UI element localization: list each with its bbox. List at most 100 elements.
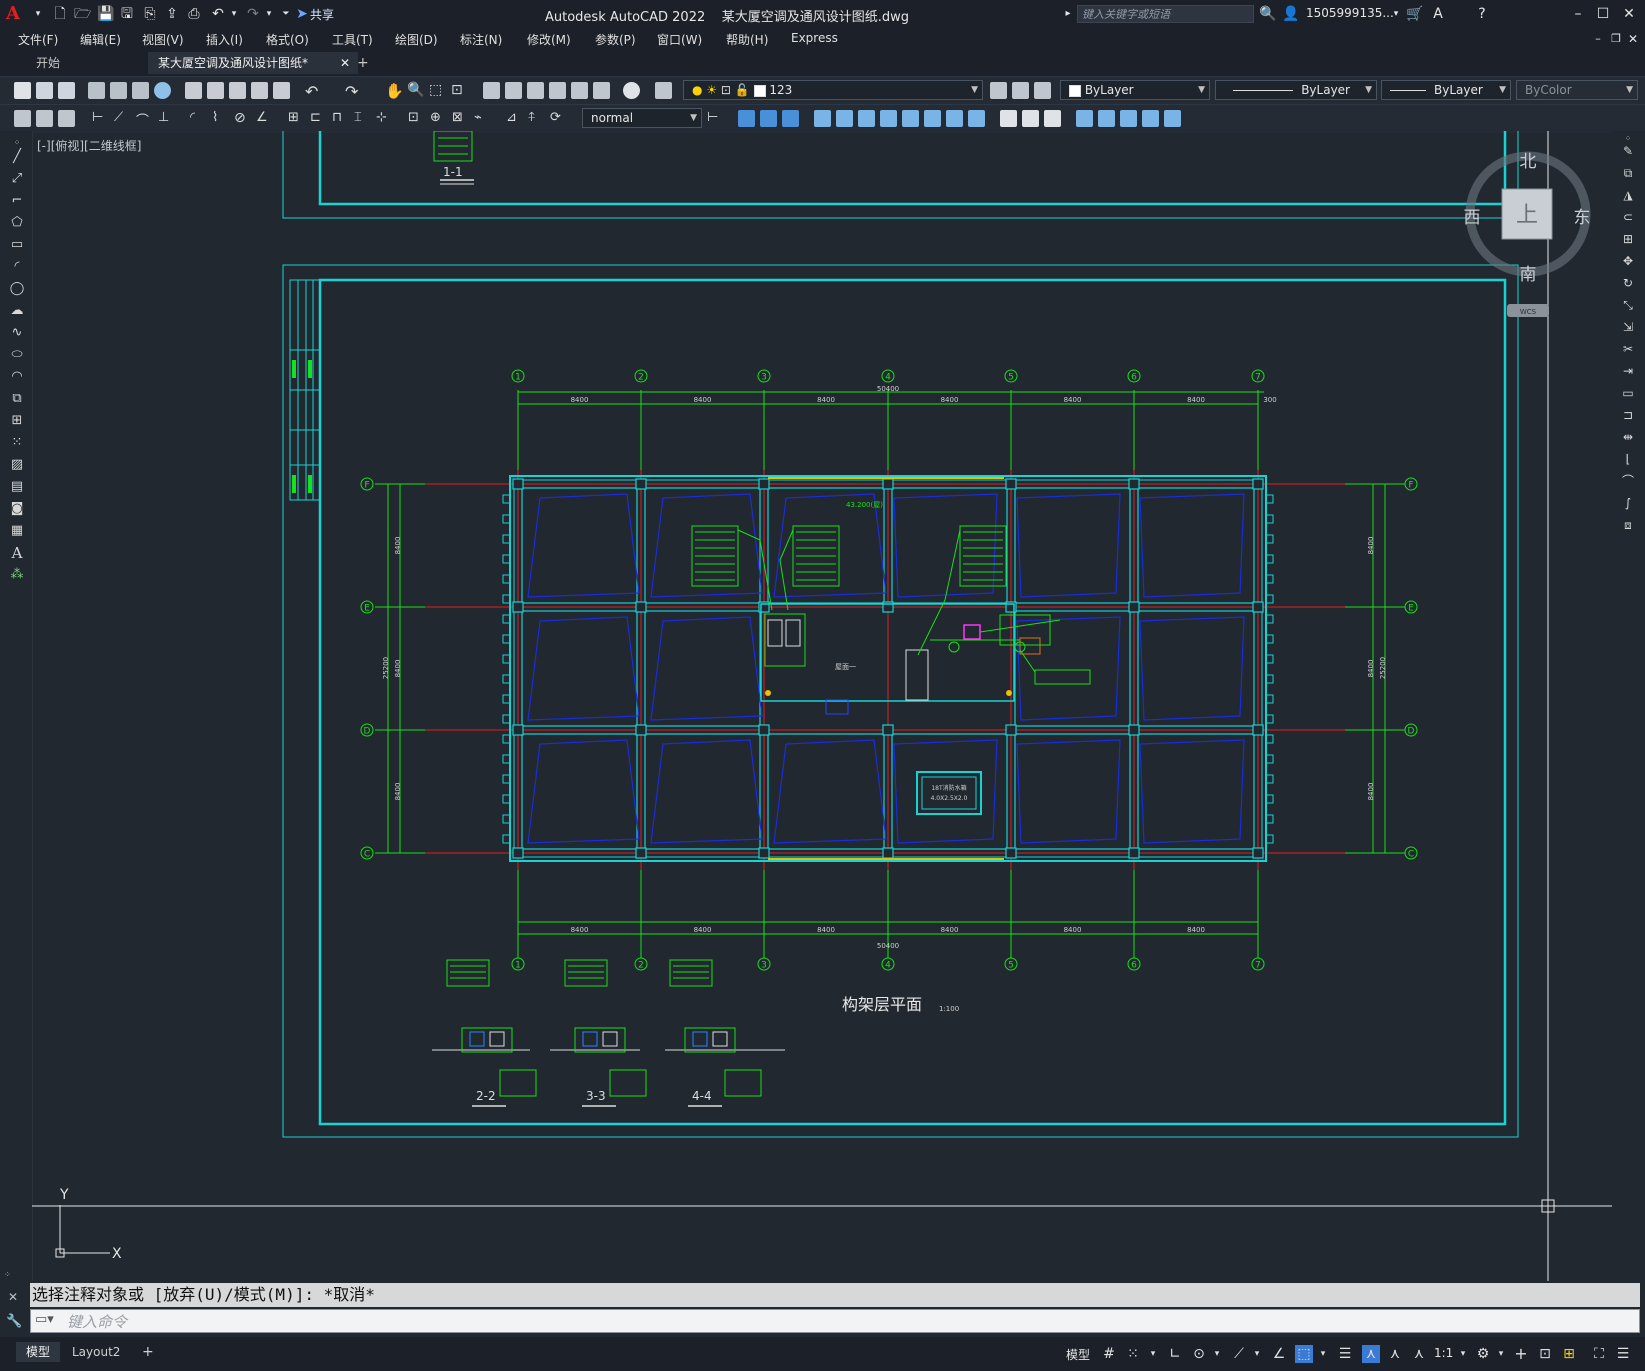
autocad-logo[interactable]: A: [6, 3, 20, 24]
insert-block-icon[interactable]: ⧉: [9, 391, 25, 407]
multileader-icon[interactable]: [14, 110, 31, 127]
scale-icon[interactable]: ⤡: [1620, 297, 1636, 313]
tolerance-icon[interactable]: ⊡: [408, 110, 425, 127]
menu-dimension[interactable]: 标注(N): [460, 31, 502, 48]
close-window-icon[interactable]: ✕: [1618, 5, 1640, 23]
annotation-scale-value[interactable]: 1:1: [1434, 1346, 1453, 1360]
menu-modify[interactable]: 修改(M): [527, 31, 571, 48]
command-prompt-icon[interactable]: ▭▾: [35, 1312, 54, 1327]
tool-palettes-icon[interactable]: [527, 82, 544, 99]
cut-icon[interactable]: [185, 82, 202, 99]
drawing-canvas[interactable]: 1-1 840084008400840084008400840084008400…: [32, 131, 1612, 1281]
delete-faces-icon[interactable]: [880, 110, 897, 127]
move-faces-icon[interactable]: [836, 110, 853, 127]
maximize-window-icon[interactable]: ☐: [1592, 5, 1614, 23]
autodesk-a360-icon[interactable]: A: [1430, 6, 1446, 22]
circle-icon[interactable]: ◯: [9, 281, 25, 297]
jogged-dim-icon[interactable]: ⌇: [212, 110, 229, 127]
save-file-icon[interactable]: [58, 82, 75, 99]
move-icon[interactable]: ✥: [1620, 253, 1636, 269]
continue-dim-icon[interactable]: ⊓: [332, 110, 349, 127]
units-icon[interactable]: ⊡: [1536, 1345, 1554, 1363]
object-snap-tracking-icon[interactable]: ∠: [1270, 1345, 1288, 1363]
spline-icon[interactable]: ∿: [9, 325, 25, 341]
tab-layout2[interactable]: Layout2: [62, 1342, 130, 1362]
clean-screen-icon[interactable]: ⛶: [1590, 1345, 1608, 1363]
layer-states-icon[interactable]: [1034, 82, 1051, 99]
dim-space-icon[interactable]: ⌶: [354, 110, 371, 127]
add-layout-button[interactable]: +: [132, 1342, 164, 1362]
zoom-realtime-icon[interactable]: 🔍: [407, 82, 424, 99]
user-account[interactable]: 1505999135...: [1306, 6, 1394, 20]
baseline-dim-icon[interactable]: ⊏: [310, 110, 327, 127]
object-snap-icon[interactable]: ⬚: [1295, 1345, 1313, 1363]
quickcalc-icon[interactable]: [593, 82, 610, 99]
region-icon[interactable]: ◙: [9, 501, 25, 517]
imprint-icon[interactable]: [1000, 110, 1017, 127]
offset-icon[interactable]: ⊂: [1620, 209, 1636, 225]
rotate-icon[interactable]: ↻: [1620, 275, 1636, 291]
search-icon[interactable]: 🔍: [1259, 6, 1276, 22]
extrude-edges-icon[interactable]: [1120, 110, 1137, 127]
make-block-icon[interactable]: ⊞: [9, 413, 25, 429]
menu-express[interactable]: Express: [791, 31, 838, 45]
subtract-icon[interactable]: [760, 110, 777, 127]
3dwf-icon[interactable]: [154, 82, 171, 99]
plot-icon[interactable]: ⎙: [186, 6, 202, 22]
command-input[interactable]: [65, 1312, 1609, 1332]
open-file-icon[interactable]: 🗁: [74, 6, 91, 22]
diameter-dim-icon[interactable]: ⊘: [234, 110, 251, 127]
grid-display-icon[interactable]: #: [1100, 1345, 1118, 1363]
block-editor-icon[interactable]: [273, 82, 290, 99]
annotation-monitor-icon[interactable]: +: [1512, 1345, 1530, 1363]
shell-icon[interactable]: [1076, 110, 1093, 127]
redo-icon[interactable]: ↷: [245, 6, 261, 22]
design-center-icon[interactable]: [505, 82, 522, 99]
menu-window[interactable]: 窗口(W): [657, 31, 702, 48]
properties-icon[interactable]: [483, 82, 500, 99]
command-line[interactable]: ▭▾: [30, 1309, 1640, 1333]
break-at-point-icon[interactable]: ▭: [1620, 385, 1636, 401]
share-icon[interactable]: ➤: [294, 6, 310, 22]
clean-icon[interactable]: [1022, 110, 1039, 127]
match-properties-icon[interactable]: [251, 82, 268, 99]
inspection-icon[interactable]: ⊠: [452, 110, 469, 127]
zoom-previous-icon[interactable]: ⊡: [451, 82, 468, 99]
stretch-icon[interactable]: ⇲: [1620, 319, 1636, 335]
add-selected-icon[interactable]: ⁂: [9, 567, 25, 583]
menu-help[interactable]: 帮助(H): [726, 31, 768, 48]
dim-break-icon[interactable]: ⊹: [376, 110, 393, 127]
extend-icon[interactable]: ⇥: [1620, 363, 1636, 379]
plotstyle-dropdown[interactable]: ByColor ▼: [1516, 80, 1638, 100]
construction-line-icon[interactable]: ⤢: [9, 171, 25, 187]
autodesk-app-store-icon[interactable]: 🛒: [1406, 6, 1423, 22]
copy-faces-icon[interactable]: [946, 110, 963, 127]
explode-icon[interactable]: ⧈: [1620, 517, 1636, 533]
snap-chevron-icon[interactable]: ▾: [1144, 1345, 1162, 1363]
paste-icon[interactable]: [229, 82, 246, 99]
toolbar-help-icon[interactable]: [623, 82, 640, 99]
open-icon[interactable]: [36, 82, 53, 99]
layer-previous-icon[interactable]: [1012, 82, 1029, 99]
help-search-input[interactable]: 键入关键字或短语: [1077, 5, 1254, 23]
mleader-align-icon[interactable]: [58, 110, 75, 127]
new-tab-button[interactable]: +: [347, 52, 379, 74]
viewcube-east[interactable]: 东: [1574, 208, 1591, 228]
zoom-window-icon[interactable]: ⬚: [429, 82, 446, 99]
menu-draw[interactable]: 绘图(D): [395, 31, 438, 48]
object-snap-chevron-icon[interactable]: ▾: [1314, 1345, 1332, 1363]
menu-view[interactable]: 视图(V): [142, 31, 184, 48]
join-icon[interactable]: ⇹: [1620, 429, 1636, 445]
aligned-dim-icon[interactable]: ⟋: [114, 110, 131, 127]
ellipse-icon[interactable]: ⬭: [9, 347, 25, 363]
snap-mode-icon[interactable]: ⁙: [1124, 1345, 1142, 1363]
gradient-icon[interactable]: ▤: [9, 479, 25, 495]
lineweight-display-icon[interactable]: ☰: [1336, 1345, 1354, 1363]
qnew-icon[interactable]: [14, 82, 31, 99]
menu-edit[interactable]: 编辑(E): [80, 31, 121, 48]
markup-icon[interactable]: [571, 82, 588, 99]
redo-dropdown-chevron-icon[interactable]: ▾: [261, 6, 277, 22]
menu-file[interactable]: 文件(F): [18, 31, 58, 48]
layer-properties-icon[interactable]: [655, 82, 672, 99]
blend-curves-icon[interactable]: ∫: [1620, 495, 1636, 511]
